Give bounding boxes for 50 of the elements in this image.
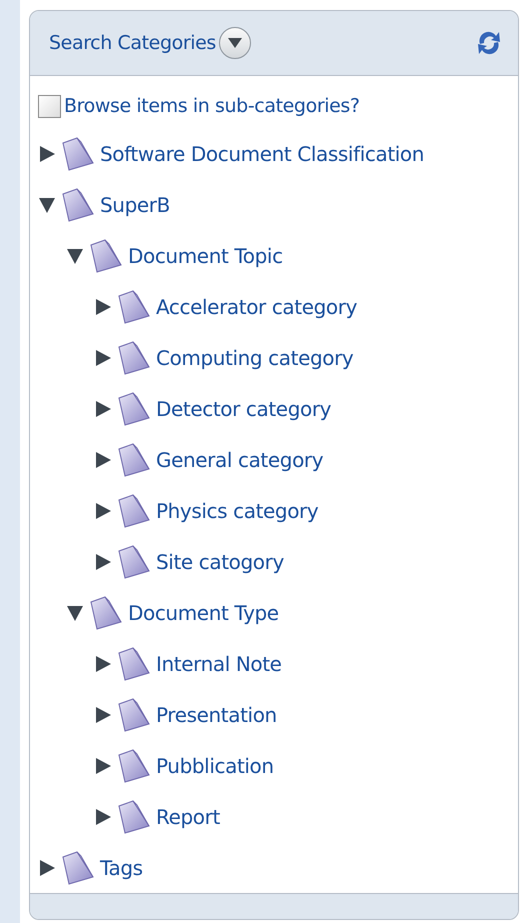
folder-icon <box>89 594 123 630</box>
tree-item[interactable]: Physics category <box>156 498 318 522</box>
expand-arrow-icon[interactable] <box>94 706 112 724</box>
folder-icon <box>117 798 151 834</box>
expand-arrow-icon[interactable] <box>94 552 112 570</box>
tree-item[interactable]: Software Document Classification <box>100 142 424 166</box>
expand-arrow-icon[interactable] <box>94 400 112 418</box>
checkbox[interactable] <box>38 94 61 118</box>
folder-icon <box>117 544 151 580</box>
expand-arrow-icon[interactable] <box>94 502 112 520</box>
tree-item[interactable]: SuperB <box>100 192 170 216</box>
tree-item[interactable]: Accelerator category <box>156 294 358 318</box>
expand-arrow-icon[interactable] <box>94 298 112 316</box>
tree-item[interactable]: General category <box>156 448 324 472</box>
expand-arrow-icon[interactable] <box>38 144 56 162</box>
dropdown-button[interactable] <box>218 27 251 59</box>
folder-icon <box>117 442 151 478</box>
caret-icon <box>226 37 243 49</box>
tree-item[interactable]: Site catogory <box>156 550 284 574</box>
tree-item[interactable]: Computing category <box>156 346 354 370</box>
expand-arrow-icon[interactable] <box>94 450 112 468</box>
collapse-arrow-icon[interactable] <box>38 196 56 214</box>
checkbox-label[interactable]: Browse items in sub-categories? <box>64 95 360 117</box>
folder-icon <box>117 492 151 528</box>
folder-icon <box>117 696 151 732</box>
tree-item[interactable]: Presentation <box>156 702 277 726</box>
tree-item[interactable]: Pubblication <box>156 754 274 778</box>
folder-icon <box>61 850 95 886</box>
collapse-arrow-icon[interactable] <box>66 604 84 622</box>
tree-item[interactable]: Document Type <box>128 600 279 624</box>
tree-item[interactable]: Tags <box>100 856 143 880</box>
expand-arrow-icon[interactable] <box>94 756 112 774</box>
folder-icon <box>117 646 151 682</box>
folder-icon <box>89 238 123 274</box>
folder-icon <box>117 288 151 324</box>
tree-item[interactable]: Report <box>156 804 220 828</box>
folder-icon <box>117 390 151 426</box>
tree-item[interactable]: Document Topic <box>128 244 283 268</box>
folder-icon <box>61 136 95 172</box>
tree-item[interactable]: Detector category <box>156 396 332 420</box>
collapse-arrow-icon[interactable] <box>66 246 84 264</box>
folder-icon <box>117 748 151 784</box>
panel-title: Search Categories <box>49 32 216 54</box>
expand-arrow-icon[interactable] <box>94 654 112 672</box>
expand-arrow-icon[interactable] <box>94 348 112 366</box>
tree-item[interactable]: Internal Note <box>156 652 282 676</box>
expand-arrow-icon[interactable] <box>38 858 56 876</box>
expand-arrow-icon[interactable] <box>94 808 112 826</box>
folder-icon <box>61 186 95 222</box>
folder-icon <box>117 340 151 376</box>
